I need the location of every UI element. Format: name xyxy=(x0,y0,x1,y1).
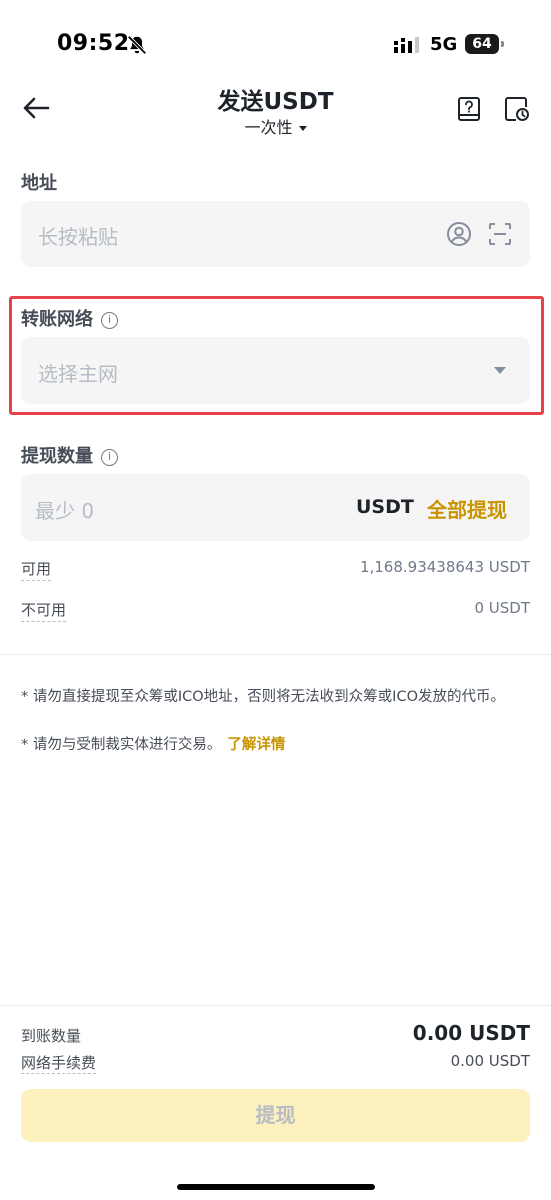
bell-muted-icon xyxy=(127,35,147,55)
info-icon[interactable]: i xyxy=(101,311,118,329)
caret-down-icon xyxy=(494,367,506,374)
battery-indicator: 64 xyxy=(465,34,504,54)
caret-down-icon xyxy=(298,126,307,131)
receive-amount-value: 0.00 USDT xyxy=(412,1021,530,1045)
receive-amount-label: 到账数量 xyxy=(21,1027,82,1045)
available-value: 1,168.93438643 USDT xyxy=(359,558,530,576)
notice-sanctions-text: * 请勿与受制裁实体进行交易。 xyxy=(21,737,222,753)
withdraw-all-button[interactable]: 全部提现 xyxy=(427,494,507,523)
amount-label-text: 提现数量 xyxy=(21,446,93,467)
network-select[interactable]: 选择主网 xyxy=(21,337,530,404)
withdraw-submit-button[interactable]: 提现 xyxy=(21,1089,530,1142)
available-label[interactable]: 可用 xyxy=(21,558,52,581)
address-book-icon[interactable] xyxy=(446,221,472,247)
network-type: 5G xyxy=(430,34,458,55)
address-label: 地址 xyxy=(21,173,57,194)
home-indicator xyxy=(177,1184,375,1190)
notice-sanctions: * 请勿与受制裁实体进行交易。 了解详情 xyxy=(21,734,533,756)
network-placeholder: 选择主网 xyxy=(38,362,118,386)
network-fee-label[interactable]: 网络手续费 xyxy=(21,1052,97,1074)
notice-ico: * 请勿直接提现至众筹或ICO地址，否则将无法收到众筹或ICO发放的代币。 xyxy=(21,689,505,705)
amount-input[interactable]: 最少 0 USDT 全部提现 xyxy=(21,474,530,541)
unavailable-value: 0 USDT xyxy=(474,599,530,617)
divider xyxy=(0,654,551,655)
learn-more-link[interactable]: 了解详情 xyxy=(227,737,285,753)
network-label: 转账网络 i xyxy=(21,305,118,331)
footer-divider xyxy=(0,1005,551,1006)
status-time: 09:52 xyxy=(57,31,130,56)
amount-placeholder: 最少 0 xyxy=(35,499,95,523)
signal-icon xyxy=(394,37,419,53)
mode-label: 一次性 xyxy=(244,118,293,137)
amount-label: 提现数量 i xyxy=(21,442,118,468)
address-input[interactable]: 长按粘贴 xyxy=(21,201,530,267)
history-record-icon[interactable] xyxy=(504,96,530,122)
network-label-text: 转账网络 xyxy=(21,309,93,330)
amount-unit: USDT xyxy=(356,496,414,518)
scan-icon[interactable] xyxy=(488,222,512,246)
guide-book-icon[interactable] xyxy=(456,96,482,122)
unavailable-label[interactable]: 不可用 xyxy=(21,599,67,622)
network-fee-value: 0.00 USDT xyxy=(450,1052,530,1070)
status-bar: 09:52 5G 64 xyxy=(0,0,551,80)
header: 发送USDT 一次性 xyxy=(0,80,551,142)
info-icon[interactable]: i xyxy=(101,448,118,466)
address-placeholder: 长按粘贴 xyxy=(38,225,118,249)
